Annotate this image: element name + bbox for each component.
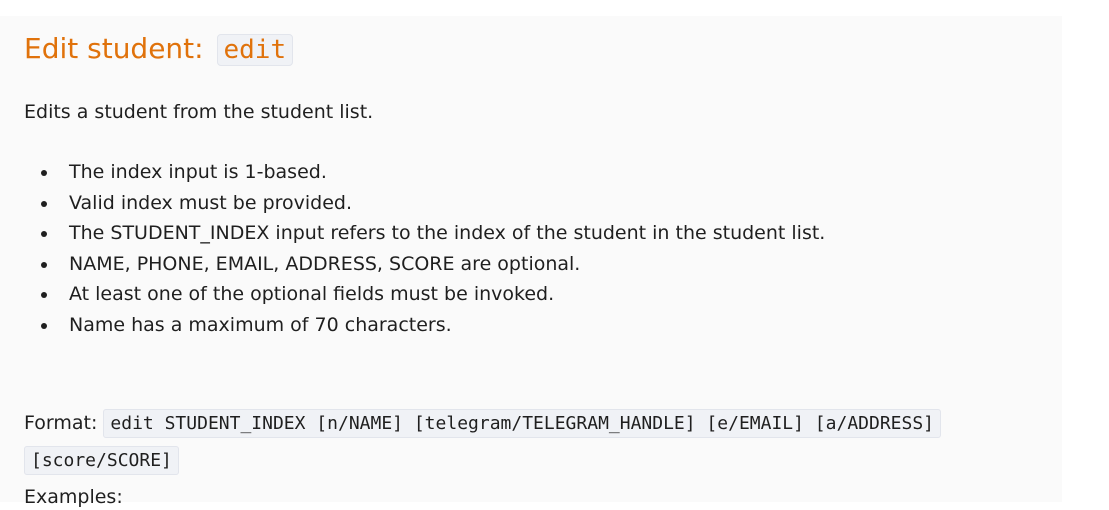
format-label: Format: — [24, 412, 98, 434]
section-heading: Edit student: edit — [24, 30, 294, 69]
format-line: Format: edit STUDENT_INDEX [n/NAME] [tel… — [24, 405, 1034, 479]
command-code-chip: edit — [216, 34, 294, 66]
examples-label: Examples: — [24, 486, 123, 508]
rule-item: At least one of the optional fields must… — [40, 279, 825, 310]
rule-item: The STUDENT_INDEX input refers to the in… — [40, 218, 825, 249]
section-description: Edits a student from the student list. — [24, 101, 374, 123]
rule-item: Valid index must be provided. — [40, 188, 825, 219]
rules-list: The index input is 1-based. Valid index … — [24, 157, 825, 340]
rule-item: Name has a maximum of 70 characters. — [40, 310, 825, 341]
rule-item: The index input is 1-based. — [40, 157, 825, 188]
doc-section: Edit student: edit Edits a student from … — [0, 16, 1062, 508]
rule-item: NAME, PHONE, EMAIL, ADDRESS, SCORE are o… — [40, 249, 825, 280]
format-code: edit STUDENT_INDEX [n/NAME] [telegram/TE… — [24, 409, 942, 475]
section-heading-text: Edit student: — [24, 32, 204, 65]
